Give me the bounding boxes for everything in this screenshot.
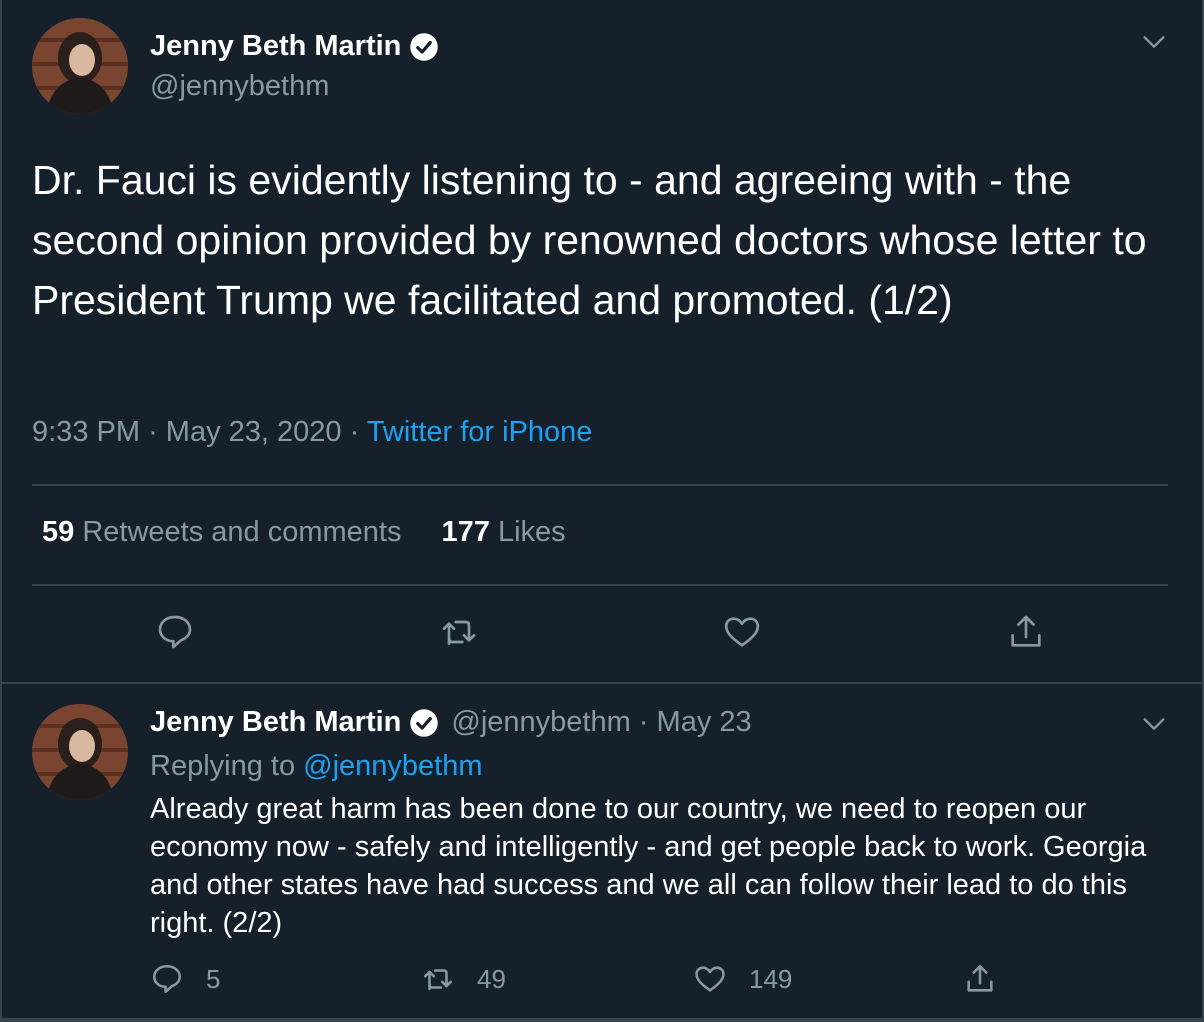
meta-separator: ·	[349, 416, 367, 448]
reply-reply-action[interactable]: 5	[150, 962, 220, 996]
author-handle-row: @jennybethm	[150, 70, 329, 103]
like-icon	[695, 966, 725, 992]
retweet-count: 49	[477, 963, 506, 994]
chevron-down-icon[interactable]	[1140, 710, 1168, 738]
retweets-count: 59	[42, 516, 75, 548]
retweets-label: Retweets and comments	[82, 516, 402, 548]
tweet-separator	[0, 682, 1204, 684]
tweet-source[interactable]: Twitter for iPhone	[367, 416, 593, 448]
like-icon[interactable]	[722, 612, 762, 652]
tweet-meta: 9:33 PM · May 23, 2020 · Twitter for iPh…	[32, 416, 592, 449]
reply-author-handle[interactable]: @jennybethm	[451, 706, 630, 739]
tweet-time[interactable]: 9:33 PM	[32, 416, 140, 448]
reply-count: 5	[206, 963, 221, 994]
verified-badge-icon	[410, 708, 439, 737]
tweet-stats: 59 Retweets and comments 177 Likes	[42, 516, 606, 549]
divider	[32, 584, 1168, 586]
reply-icon[interactable]	[155, 612, 195, 652]
reply-like-action[interactable]: 149	[693, 962, 792, 996]
divider	[32, 484, 1168, 486]
reply-author-avatar[interactable]	[32, 704, 128, 800]
share-icon[interactable]	[1006, 612, 1046, 652]
like-count: 149	[749, 963, 793, 994]
retweet-icon[interactable]	[439, 612, 479, 652]
likes-label: Likes	[497, 516, 566, 548]
verified-badge-icon	[410, 32, 439, 61]
tweet-date[interactable]: May 23, 2020	[166, 416, 342, 448]
reply-retweet-action[interactable]: 49	[421, 962, 506, 996]
meta-separator: ·	[148, 416, 166, 448]
reply-author-row: Jenny Beth Martin @jennybethm · May 23	[150, 706, 752, 739]
reply-icon	[152, 964, 182, 994]
replying-mention[interactable]: @jennybethm	[303, 750, 482, 782]
author-avatar[interactable]	[32, 18, 128, 114]
reply-text: Already great harm has been done to our …	[150, 793, 1147, 939]
reply-share-action[interactable]	[963, 962, 1019, 996]
meta-separator: ·	[630, 706, 657, 738]
retweet-icon	[423, 969, 453, 991]
likes-stat[interactable]: 177 Likes	[441, 516, 565, 549]
reply-date[interactable]: May 23	[657, 706, 752, 739]
tweet-text: Dr. Fauci is evidently listening to - an…	[32, 157, 1147, 323]
chevron-down-icon[interactable]	[1140, 28, 1168, 56]
bottom-border	[0, 1018, 1204, 1022]
author-handle[interactable]: @jennybethm	[150, 70, 329, 103]
likes-count: 177	[441, 516, 490, 548]
retweets-stat[interactable]: 59 Retweets and comments	[42, 516, 401, 549]
author-name[interactable]: Jenny Beth Martin	[150, 30, 401, 63]
replying-to: Replying to @jennybethm	[150, 750, 483, 783]
reply-author-name[interactable]: Jenny Beth Martin	[150, 706, 401, 739]
replying-label: Replying to	[150, 750, 296, 782]
share-icon	[967, 964, 993, 992]
author-row: Jenny Beth Martin	[150, 30, 439, 63]
